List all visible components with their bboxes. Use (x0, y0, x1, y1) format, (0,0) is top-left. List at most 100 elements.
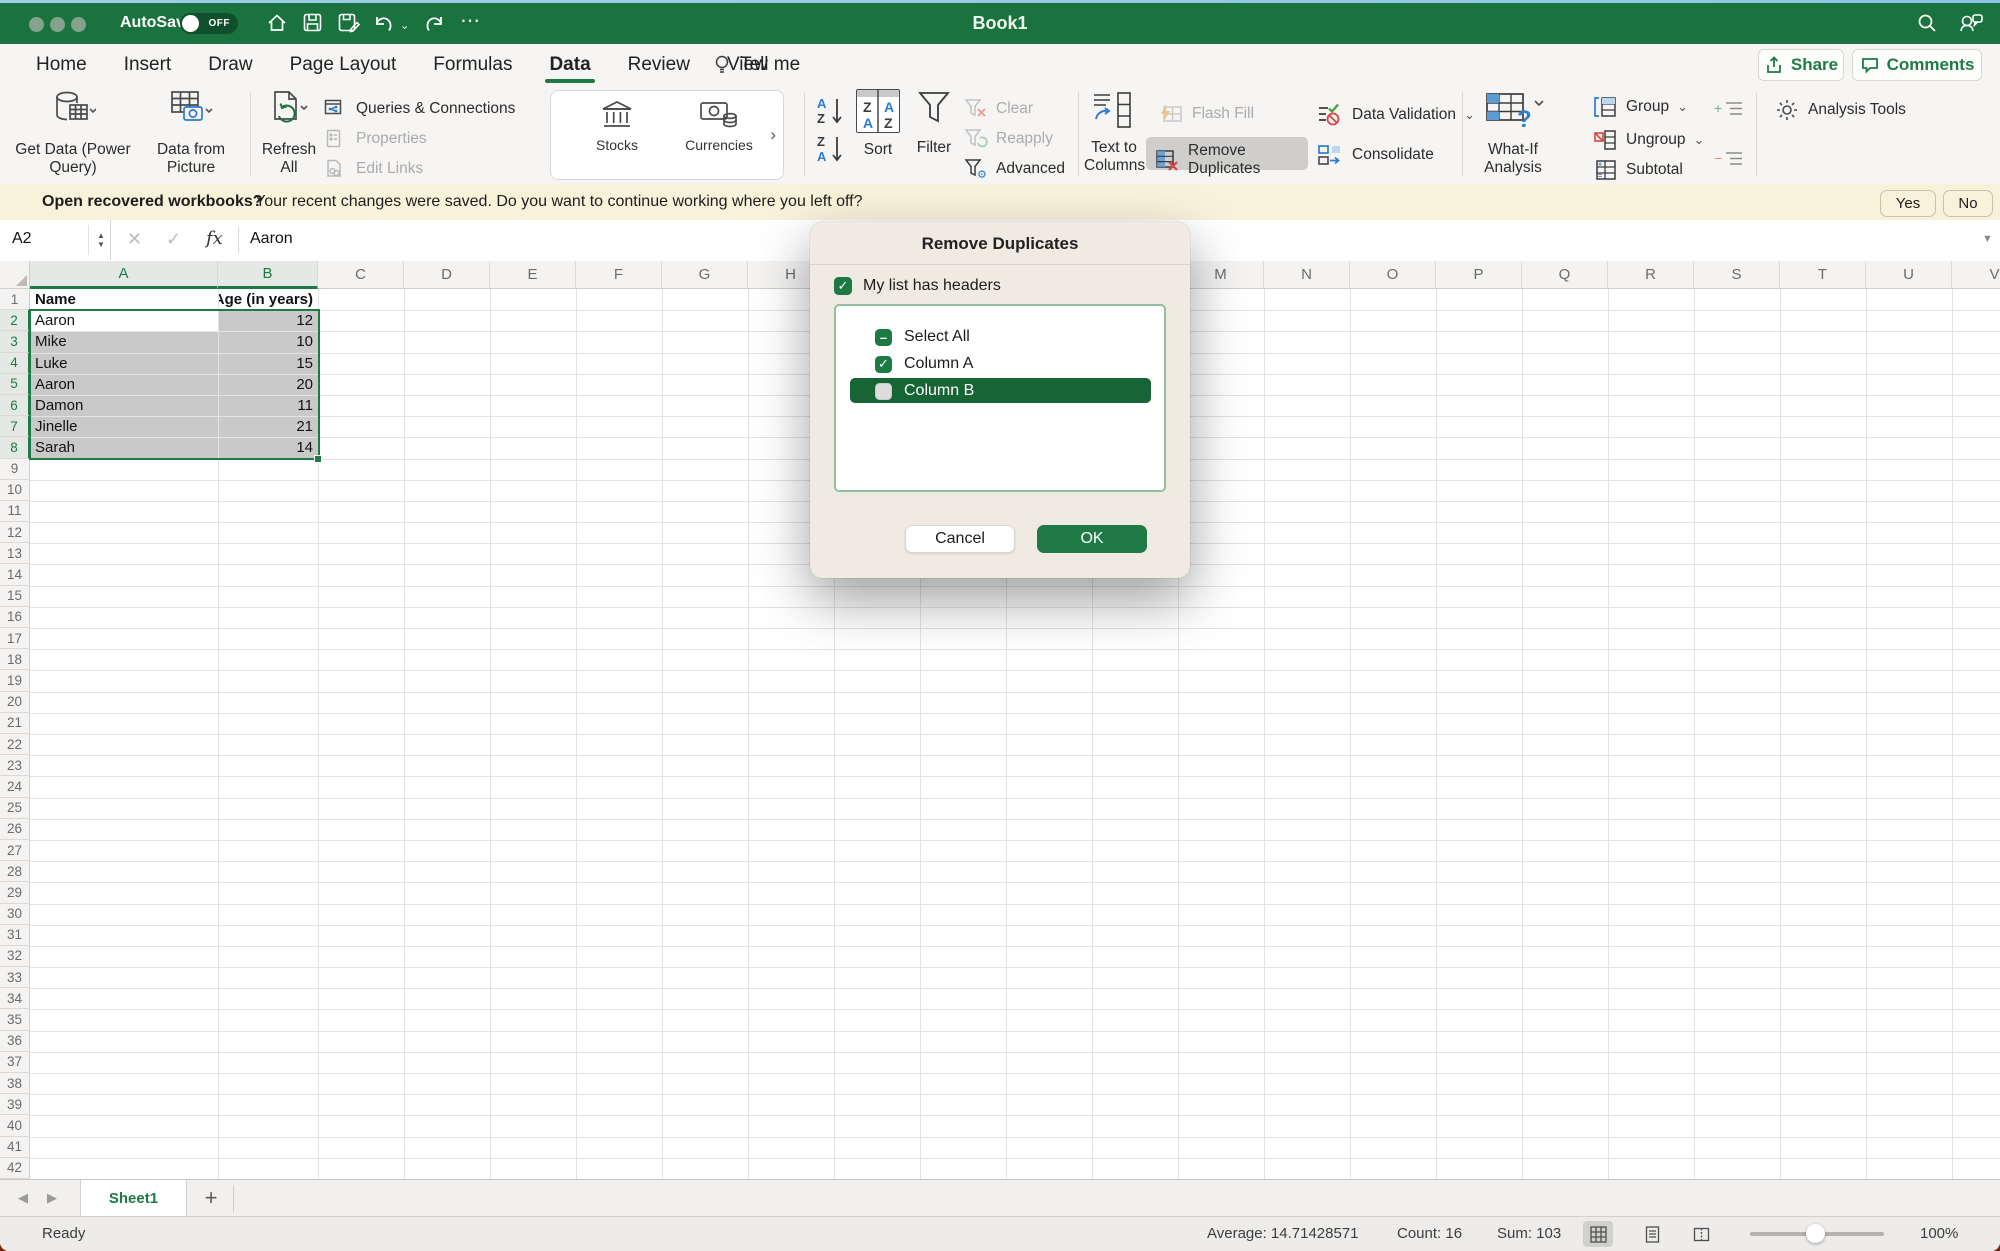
row-header-41[interactable]: 41 (0, 1137, 30, 1158)
row-header-33[interactable]: 33 (0, 967, 30, 988)
page-layout-view-button[interactable] (1637, 1221, 1667, 1247)
fill-handle[interactable] (314, 455, 322, 463)
row-header-13[interactable]: 13 (0, 543, 30, 564)
zoom-slider-knob[interactable] (1806, 1224, 1825, 1243)
subtotal-button[interactable]: += Subtotal (1592, 158, 1683, 182)
row-header-39[interactable]: 39 (0, 1094, 30, 1115)
row-header-37[interactable]: 37 (0, 1052, 30, 1073)
column-header-u[interactable]: U (1866, 261, 1952, 289)
sheet-tab-sheet1[interactable]: Sheet1 (80, 1180, 187, 1217)
row-header-28[interactable]: 28 (0, 861, 30, 882)
row-header-16[interactable]: 16 (0, 607, 30, 628)
row-header-12[interactable]: 12 (0, 522, 30, 543)
row-header-5[interactable]: 5 (0, 374, 30, 395)
cell-a5[interactable]: Aaron (30, 374, 218, 395)
row-header-21[interactable]: 21 (0, 713, 30, 734)
normal-view-button[interactable] (1583, 1221, 1613, 1247)
cell-a3[interactable]: Mike (30, 331, 218, 352)
cell-a2[interactable]: Aaron (30, 310, 218, 331)
data-types-scroll-arrow-icon[interactable]: › (770, 125, 776, 145)
column-header-q[interactable]: Q (1522, 261, 1608, 289)
tab-formulas[interactable]: Formulas (431, 46, 514, 84)
column-header-a[interactable]: A (30, 261, 218, 289)
column-header-b[interactable]: B (218, 261, 318, 289)
hide-detail-button[interactable]: − (1714, 149, 1744, 169)
text-to-columns-button[interactable]: Text to Columns (1084, 89, 1144, 175)
select-all-checkbox[interactable]: – (875, 329, 892, 346)
tab-home[interactable]: Home (34, 46, 89, 84)
column-b-checkbox[interactable] (875, 383, 892, 400)
column-header-m[interactable]: M (1178, 261, 1264, 289)
sort-button[interactable]: ZAAZ Sort (852, 89, 904, 159)
cell-reference-stepper[interactable]: ▲▼ (88, 225, 109, 255)
tab-data[interactable]: Data (547, 46, 592, 84)
row-header-4[interactable]: 4 (0, 353, 30, 374)
cell-b3[interactable]: 10 (218, 331, 318, 352)
row-header-42[interactable]: 42 (0, 1158, 30, 1179)
page-break-view-button[interactable] (1686, 1221, 1716, 1247)
cell-b7[interactable]: 21 (218, 416, 318, 437)
share-button[interactable]: Share (1758, 49, 1844, 81)
tab-page-layout[interactable]: Page Layout (288, 46, 399, 84)
my-list-has-headers-checkbox[interactable]: ✓ (834, 277, 852, 295)
dialog-column-option-column-b[interactable]: Column B (836, 378, 1164, 404)
no-button[interactable]: No (1943, 190, 1993, 217)
insert-function-icon[interactable]: fx (206, 228, 223, 249)
previous-sheet-icon[interactable]: ◀ (18, 1190, 28, 1206)
tell-me-box[interactable]: Tell me (712, 44, 800, 85)
data-validation-button[interactable]: Data Validation ⌄ (1316, 102, 1475, 128)
row-header-31[interactable]: 31 (0, 925, 30, 946)
row-header-30[interactable]: 30 (0, 904, 30, 925)
comments-button[interactable]: Comments (1852, 49, 1982, 81)
column-header-g[interactable]: G (662, 261, 748, 289)
row-header-32[interactable]: 32 (0, 946, 30, 967)
queries-connections-button[interactable]: Queries & Connections (324, 98, 515, 120)
tab-review[interactable]: Review (626, 46, 692, 84)
column-header-c[interactable]: C (318, 261, 404, 289)
column-header-f[interactable]: F (576, 261, 662, 289)
refresh-all-button[interactable]: Refresh All (256, 89, 322, 177)
cell-b5[interactable]: 20 (218, 374, 318, 395)
next-sheet-icon[interactable]: ▶ (47, 1190, 57, 1206)
formula-bar-expand-icon[interactable]: ▼ (1982, 233, 1993, 245)
data-from-picture-button[interactable]: Data from Picture (139, 89, 243, 177)
row-header-17[interactable]: 17 (0, 628, 30, 649)
cell-b6[interactable]: 11 (218, 395, 318, 416)
row-header-19[interactable]: 19 (0, 670, 30, 691)
cell-b8[interactable]: 14 (218, 437, 318, 458)
row-header-1[interactable]: 1 (0, 289, 30, 310)
row-header-2[interactable]: 2 (0, 310, 30, 331)
remove-duplicates-button[interactable]: Remove Duplicates (1146, 137, 1308, 170)
ungroup-button[interactable]: Ungroup ⌄ (1592, 128, 1704, 152)
dialog-column-option-column-a[interactable]: ✓Column A (836, 351, 1164, 377)
cell-b2[interactable]: 12 (218, 310, 318, 331)
dialog-column-option-select-all[interactable]: –Select All (836, 324, 1164, 350)
tab-draw[interactable]: Draw (206, 46, 254, 84)
what-if-analysis-button[interactable]: ? What-If Analysis (1472, 89, 1554, 177)
analysis-tools-button[interactable]: Analysis Tools (1774, 97, 1906, 123)
row-header-34[interactable]: 34 (0, 988, 30, 1009)
column-header-t[interactable]: T (1780, 261, 1866, 289)
column-header-s[interactable]: S (1694, 261, 1780, 289)
select-all-corner[interactable] (0, 261, 30, 289)
row-header-40[interactable]: 40 (0, 1115, 30, 1136)
yes-button[interactable]: Yes (1880, 190, 1936, 217)
my-list-has-headers-option[interactable]: ✓ My list has headers (834, 277, 1001, 295)
tab-insert[interactable]: Insert (122, 46, 174, 84)
stocks-button[interactable]: Stocks (567, 99, 667, 153)
column-header-d[interactable]: D (404, 261, 490, 289)
row-header-38[interactable]: 38 (0, 1073, 30, 1094)
column-header-r[interactable]: R (1608, 261, 1694, 289)
row-header-3[interactable]: 3 (0, 331, 30, 352)
cell-a8[interactable]: Sarah (30, 437, 218, 458)
column-a-checkbox[interactable]: ✓ (875, 356, 892, 373)
row-header-9[interactable]: 9 (0, 459, 30, 480)
row-header-22[interactable]: 22 (0, 734, 30, 755)
currencies-button[interactable]: Currencies (669, 99, 769, 153)
add-sheet-button[interactable]: + (198, 1183, 224, 1213)
cell-a4[interactable]: Luke (30, 353, 218, 374)
row-header-24[interactable]: 24 (0, 776, 30, 797)
row-header-11[interactable]: 11 (0, 501, 30, 522)
row-header-29[interactable]: 29 (0, 882, 30, 903)
row-header-8[interactable]: 8 (0, 437, 30, 458)
